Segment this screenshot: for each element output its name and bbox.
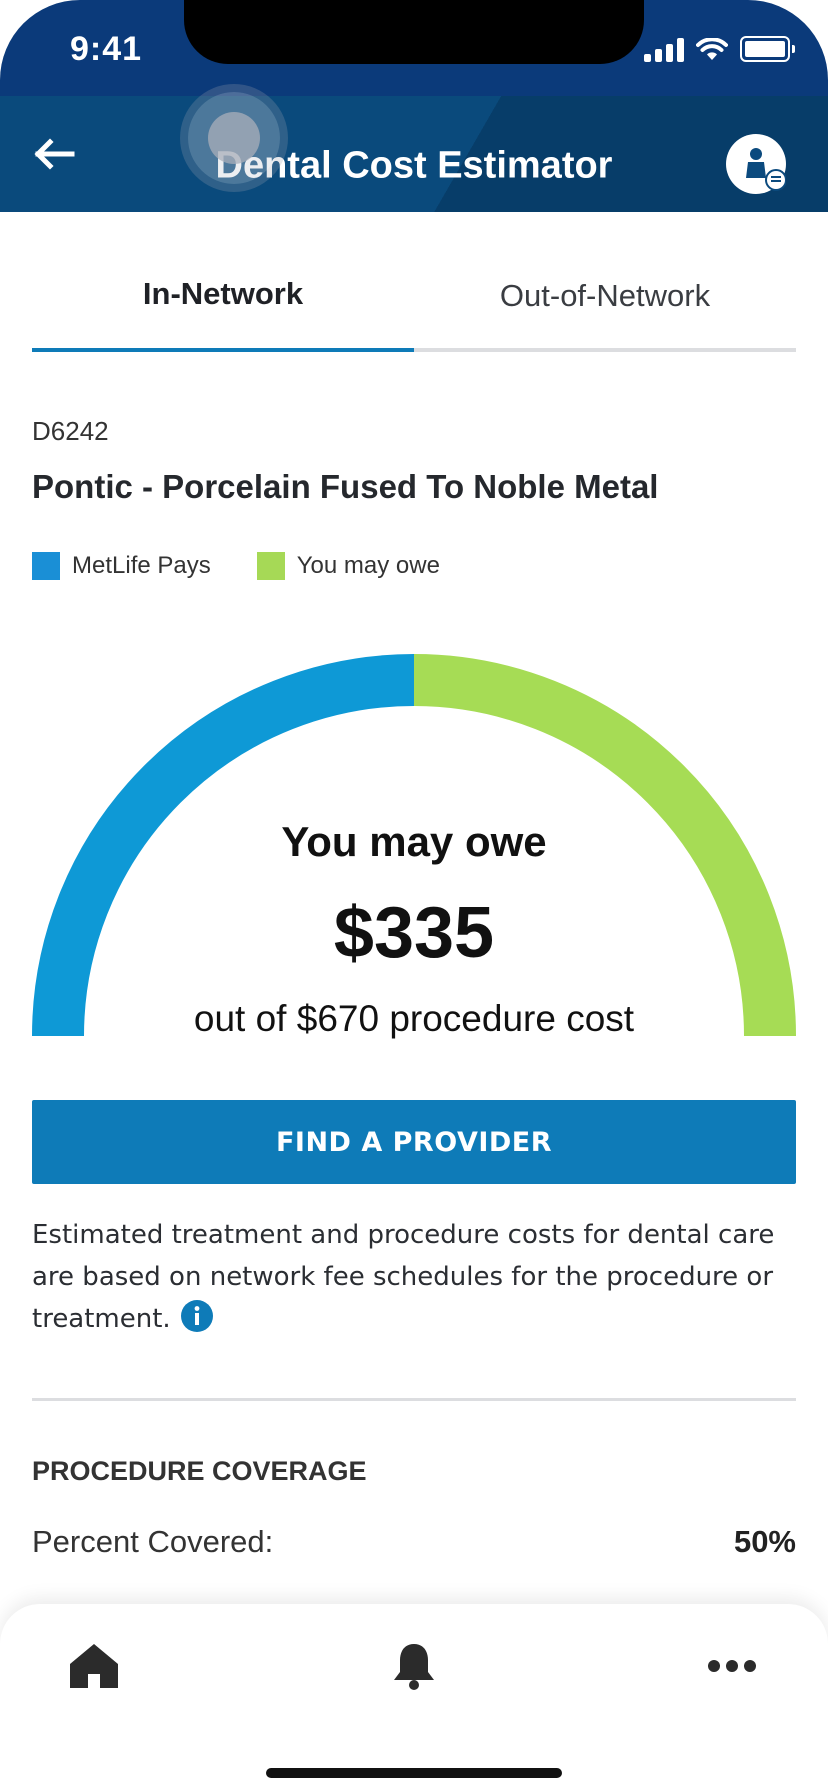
profile-icon <box>746 148 787 191</box>
battery-icon <box>740 36 795 62</box>
notch <box>184 0 644 64</box>
cellular-signal-icon <box>644 38 684 62</box>
tab-in-network[interactable]: In-Network <box>32 276 414 312</box>
percent-covered-label: Percent Covered: <box>32 1524 274 1559</box>
legend-swatch-blue <box>32 552 60 580</box>
legend: MetLife Pays You may owe <box>32 552 486 580</box>
divider <box>32 1398 796 1401</box>
legend-label: MetLife Pays <box>72 552 211 579</box>
page-title: Dental Cost Estimator <box>215 144 613 187</box>
legend-swatch-green <box>256 552 285 580</box>
legend-item-metlife: MetLife Pays <box>32 552 211 580</box>
procedure-code: D6242 <box>32 416 109 446</box>
info-icon[interactable] <box>180 1300 213 1332</box>
disclaimer: Estimated treatment and procedure costs … <box>32 1214 802 1340</box>
status-bar: 9:41 <box>0 0 828 96</box>
network-tabs: In-Network Out-of-Network <box>32 260 796 352</box>
bottom-tab-bar <box>0 1604 828 1792</box>
profile-button[interactable] <box>726 134 787 194</box>
legend-label: You may owe <box>296 552 440 579</box>
app-header: Dental Cost Estimator <box>0 96 828 212</box>
touch-indicator <box>188 92 280 184</box>
tab-out-of-network[interactable]: Out-of-Network <box>414 278 796 314</box>
status-time: 9:41 <box>70 30 143 68</box>
legend-item-owe: You may owe <box>256 552 440 580</box>
procedure-name: Pontic - Porcelain Fused To Noble Metal <box>32 468 659 505</box>
more-icon[interactable] <box>704 1638 760 1694</box>
home-icon[interactable] <box>66 1638 122 1694</box>
percent-covered-value: 50% <box>733 1524 796 1559</box>
disclaimer-text: Estimated treatment and procedure costs … <box>32 1220 775 1334</box>
owe-amount: $335 <box>333 893 495 973</box>
procedure-cost-line: out of $670 procedure cost <box>193 998 635 1039</box>
coverage-title: PROCEDURE COVERAGE <box>32 1456 367 1486</box>
home-indicator <box>266 1768 562 1778</box>
phone-screen: 9:41 Dental Cost Estimator In-Network Ou… <box>0 0 828 1792</box>
wifi-icon <box>696 38 728 60</box>
active-tab-underline <box>32 348 414 352</box>
status-icons <box>644 36 795 62</box>
bell-icon[interactable] <box>386 1638 442 1694</box>
find-provider-button[interactable]: FIND A PROVIDER <box>32 1100 796 1184</box>
owe-label: You may owe <box>281 818 547 865</box>
